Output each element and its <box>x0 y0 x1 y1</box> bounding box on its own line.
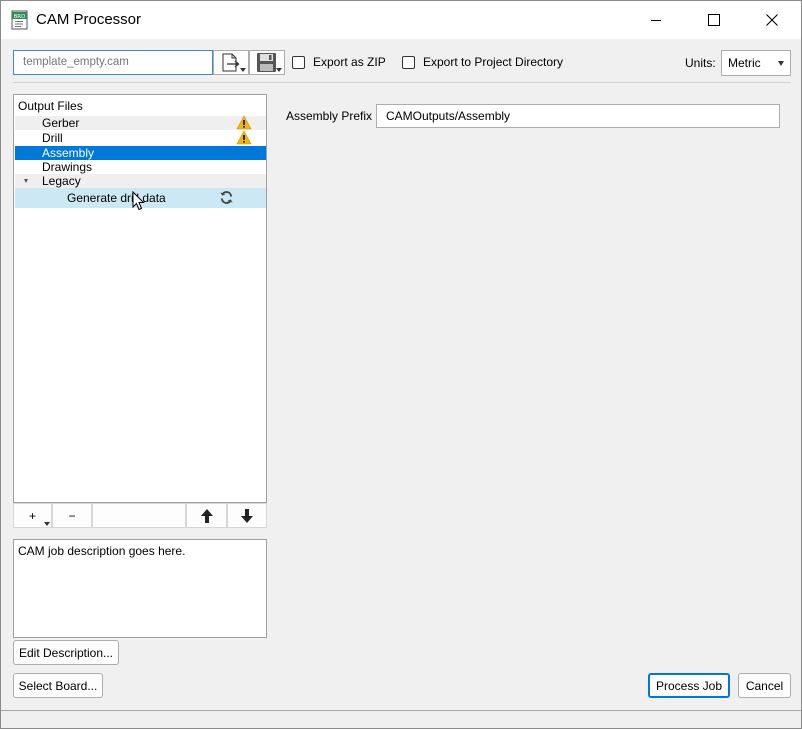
tree-item-legacy[interactable]: Legacy <box>15 174 266 188</box>
status-bar <box>1 710 801 728</box>
load-job-dropdown-arrow <box>240 68 246 72</box>
chevron-down-icon <box>778 61 784 66</box>
export-zip-checkbox[interactable] <box>292 55 305 69</box>
minimize-icon <box>651 20 661 21</box>
units-select[interactable]: Metric <box>721 50 791 76</box>
close-icon <box>766 14 778 26</box>
assembly-prefix-input[interactable]: CAMOutputs/Assembly <box>376 104 780 128</box>
add-output-button[interactable]: + <box>13 503 52 528</box>
save-job-button[interactable] <box>249 50 285 75</box>
assembly-prefix-label: Assembly Prefix <box>286 109 373 123</box>
tree-item-label: Assembly <box>42 146 95 160</box>
brd-file-icon: BRD <box>11 10 28 30</box>
job-description: CAM job description goes here. <box>13 539 267 638</box>
load-job-button[interactable] <box>213 50 249 75</box>
export-project-checkbox[interactable] <box>402 55 415 69</box>
add-label: + <box>28 508 36 523</box>
tree-item-label: Drawings <box>42 160 93 174</box>
output-files-tree[interactable]: Output Files Gerber Drill Assembly Drawi… <box>13 94 267 503</box>
tree-item-label: Drill <box>42 131 63 145</box>
select-board-button[interactable]: Select Board... <box>13 673 103 698</box>
tree-item-gerber[interactable]: Gerber <box>15 115 266 130</box>
process-job-button[interactable]: Process Job <box>648 673 730 698</box>
units-value: Metric <box>728 56 761 70</box>
cancel-button[interactable]: Cancel <box>738 673 791 698</box>
save-job-dropdown-arrow <box>276 68 282 72</box>
warning-icon <box>236 115 252 130</box>
tree-item-drawings[interactable]: Drawings <box>15 160 266 174</box>
refresh-icon <box>220 191 233 204</box>
job-file-input[interactable]: template_empty.cam <box>13 50 213 75</box>
move-down-button[interactable] <box>227 503 267 528</box>
output-files-header: Output Files <box>18 99 83 113</box>
maximize-icon <box>708 14 720 26</box>
expand-arrow-icon[interactable] <box>24 179 28 183</box>
tree-item-label: Legacy <box>42 174 81 188</box>
list-controls-spacer <box>92 503 186 528</box>
brd-icon-text: BRD <box>14 14 26 20</box>
remove-label: − <box>68 508 76 523</box>
export-zip-option[interactable]: Export as ZIP <box>292 55 386 69</box>
tree-item-label: Gerber <box>42 116 80 130</box>
edit-description-button[interactable]: Edit Description... <box>13 640 119 665</box>
minimize-button[interactable] <box>633 1 679 39</box>
add-dropdown-arrow <box>44 522 50 526</box>
tree-item-drill[interactable]: Drill <box>15 130 266 145</box>
remove-output-button[interactable]: − <box>52 503 92 528</box>
units-label: Units: <box>685 56 716 70</box>
toolbar-divider <box>13 82 791 83</box>
export-project-option[interactable]: Export to Project Directory <box>402 55 563 69</box>
cam-processor-window: BRD CAM Processor template_empty.cam Exp… <box>0 0 802 729</box>
title-bar: BRD CAM Processor <box>1 1 801 39</box>
arrow-up-icon <box>200 508 213 523</box>
tree-item-label: Generate drill data <box>67 191 166 205</box>
close-button[interactable] <box>749 1 795 39</box>
export-project-label: Export to Project Directory <box>423 55 564 69</box>
maximize-button[interactable] <box>691 1 737 39</box>
arrow-down-icon <box>241 508 253 523</box>
mouse-cursor-icon <box>132 191 145 211</box>
tree-item-assembly[interactable]: Assembly <box>15 146 266 160</box>
move-up-button[interactable] <box>186 503 227 528</box>
export-zip-label: Export as ZIP <box>313 55 386 69</box>
window-title: CAM Processor <box>36 11 142 28</box>
warning-icon <box>236 130 252 145</box>
